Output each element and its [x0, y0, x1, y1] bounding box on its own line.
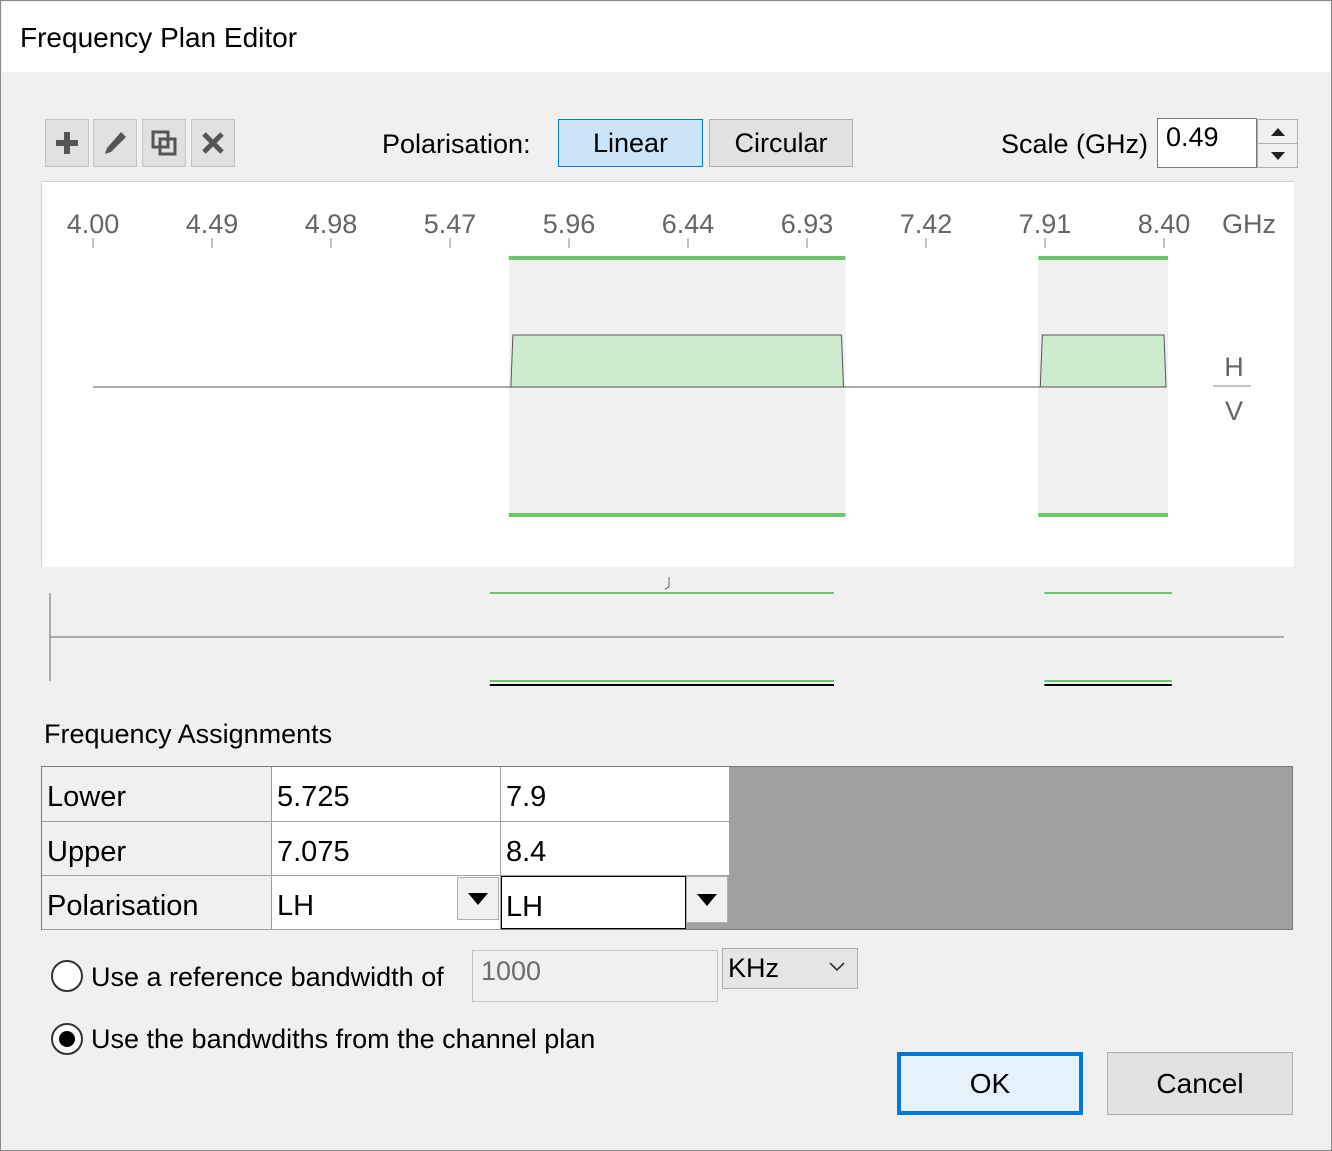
chevron-down-icon [829, 962, 845, 972]
tick-label: 5.47 [424, 209, 477, 239]
duplicate-button[interactable] [142, 119, 186, 167]
dropdown-arrow-icon [468, 892, 488, 905]
lower-cell-1[interactable]: 5.725 [272, 767, 501, 822]
tick-label: 4.49 [186, 209, 239, 239]
overview-chart [49, 577, 1284, 686]
ok-button[interactable]: OK [897, 1052, 1083, 1115]
scale-down-button[interactable] [1257, 143, 1298, 168]
channel-plan-bandwidth-label: Use the bandwdiths from the channel plan [91, 1024, 596, 1054]
tick-label: 7.42 [900, 209, 953, 239]
scale-up-button[interactable] [1257, 119, 1298, 144]
duplicate-icon [151, 130, 177, 156]
delete-icon [202, 132, 224, 154]
chevron-down-icon [1270, 151, 1285, 160]
tick-label: 6.44 [662, 209, 715, 239]
polarisation-cell-2[interactable]: LH [501, 876, 686, 929]
tick-label: 7.91 [1019, 209, 1072, 239]
delete-button[interactable] [191, 119, 235, 167]
add-icon [56, 132, 78, 154]
scale-input[interactable]: 0.49 [1157, 118, 1257, 168]
edit-button[interactable] [93, 119, 137, 167]
polarisation-label: Polarisation: [382, 129, 531, 159]
spectrum-chart: 4.00 4.49 4.98 5.47 5.96 6.44 6.93 7.42 7.91 8.40… [67, 209, 1276, 517]
bandwidth-unit-value: KHz [728, 953, 780, 983]
tick-label: 8.40 [1138, 209, 1191, 239]
band-fill-h [510, 334, 845, 388]
title-bar: Frequency Plan Editor [2, 2, 1330, 72]
assignments-table: Lower Upper Polarisation 5.725 7.075 LH … [41, 766, 1293, 930]
reference-bandwidth-input[interactable]: 1000 [472, 950, 718, 1002]
channel-plan-bandwidth-radio[interactable] [51, 1023, 83, 1055]
frequency-assignments-title: Frequency Assignments [44, 719, 333, 749]
polarisation-dropdown-1[interactable] [457, 877, 499, 920]
tick-label: 6.93 [781, 209, 834, 239]
h-polarisation-label: H [1224, 352, 1244, 382]
tick-label: 4.98 [305, 209, 358, 239]
tick-label: 5.96 [543, 209, 596, 239]
chevron-up-icon [1270, 127, 1285, 136]
tick-label: 4.00 [67, 209, 120, 239]
reference-bandwidth-radio[interactable] [51, 960, 83, 992]
add-button[interactable] [45, 119, 89, 167]
cancel-button[interactable]: Cancel [1107, 1052, 1293, 1115]
row-label-polarisation: Polarisation [42, 876, 272, 930]
edit-icon [105, 132, 126, 154]
bandwidth-unit-select[interactable]: KHz [722, 948, 858, 989]
v-polarisation-label: V [1225, 396, 1243, 426]
linear-button[interactable]: Linear [558, 119, 703, 167]
row-label-lower: Lower [42, 767, 272, 822]
unit-label: GHz [1222, 209, 1276, 239]
spectrum-plot[interactable]: 4.00 4.49 4.98 5.47 5.96 6.44 6.93 7.42 7.91 8.40… [41, 181, 1294, 567]
upper-cell-1[interactable]: 7.075 [272, 822, 501, 876]
scale-label: Scale (GHz) [1001, 129, 1149, 159]
lower-cell-2[interactable]: 7.9 [501, 767, 730, 822]
frequency-plan-editor-window: Frequency Plan Editor Polarisation: Line… [0, 0, 1332, 1151]
circular-button[interactable]: Circular [709, 119, 853, 167]
band-fill-h [1039, 334, 1167, 388]
row-label-upper: Upper [42, 822, 272, 876]
overview-strip[interactable] [41, 569, 1294, 699]
dropdown-arrow-icon [697, 893, 717, 906]
polarisation-value-1: LH [277, 890, 315, 922]
window-title: Frequency Plan Editor [20, 22, 298, 53]
polarisation-dropdown-2[interactable] [686, 876, 728, 923]
upper-cell-2[interactable]: 8.4 [501, 822, 730, 876]
polarisation-value-2: LH [506, 891, 544, 923]
reference-bandwidth-label: Use a reference bandwidth of [91, 962, 444, 992]
overview-viewport-marker [664, 577, 670, 590]
